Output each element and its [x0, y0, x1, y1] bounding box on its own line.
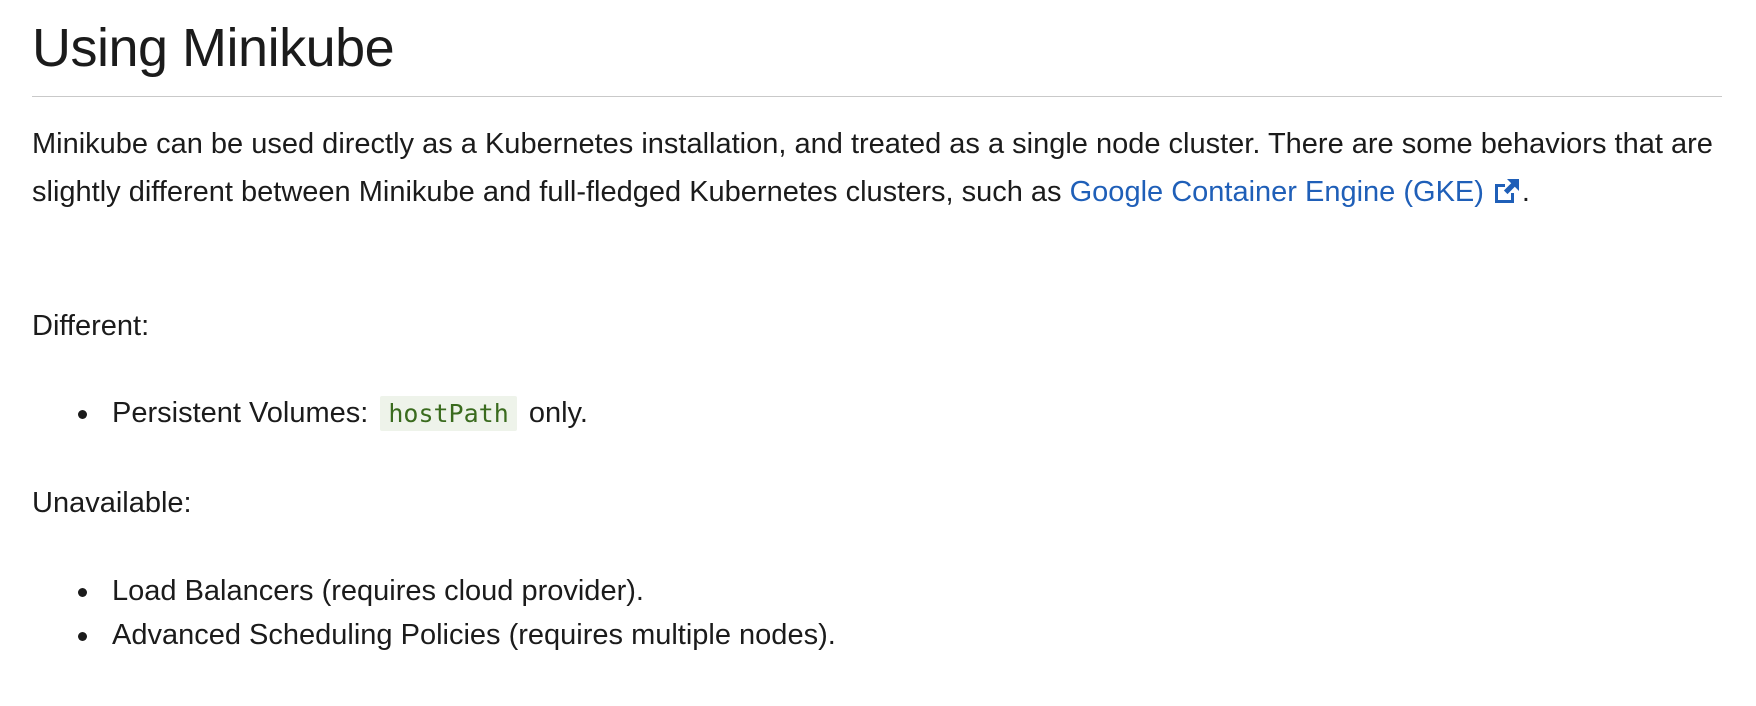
- external-link-icon: [1494, 179, 1519, 203]
- page-title: Using Minikube: [32, 18, 395, 78]
- title-divider: [32, 96, 1722, 97]
- list-item-text: Advanced Scheduling Policies (requires m…: [112, 619, 836, 651]
- list-item-text: Load Balancers (requires cloud provider)…: [112, 575, 644, 607]
- bullet-icon: [78, 410, 87, 419]
- code-hostpath: hostPath: [380, 396, 517, 431]
- document-section: Using Minikube Minikube can be used dire…: [0, 0, 1756, 706]
- list-item: Persistent Volumes: hostPath only.: [32, 391, 588, 435]
- different-label: Different:: [32, 310, 150, 342]
- gke-link[interactable]: Google Container Engine (GKE): [1070, 176, 1522, 208]
- intro-paragraph: Minikube can be used directly as a Kuber…: [32, 120, 1732, 216]
- unavailable-list: Load Balancers (requires cloud provider)…: [32, 569, 836, 657]
- list-item-text: Persistent Volumes:: [112, 397, 377, 429]
- bullet-icon: [78, 632, 87, 641]
- gke-link-label: Google Container Engine (GKE): [1069, 176, 1484, 208]
- list-item-text-end: only.: [520, 397, 588, 429]
- different-list: Persistent Volumes: hostPath only.: [32, 391, 588, 435]
- bullet-icon: [78, 588, 87, 597]
- unavailable-label: Unavailable:: [32, 487, 192, 519]
- list-item: Advanced Scheduling Policies (requires m…: [32, 613, 836, 657]
- list-item: Load Balancers (requires cloud provider)…: [32, 569, 836, 613]
- intro-period: .: [1521, 176, 1530, 208]
